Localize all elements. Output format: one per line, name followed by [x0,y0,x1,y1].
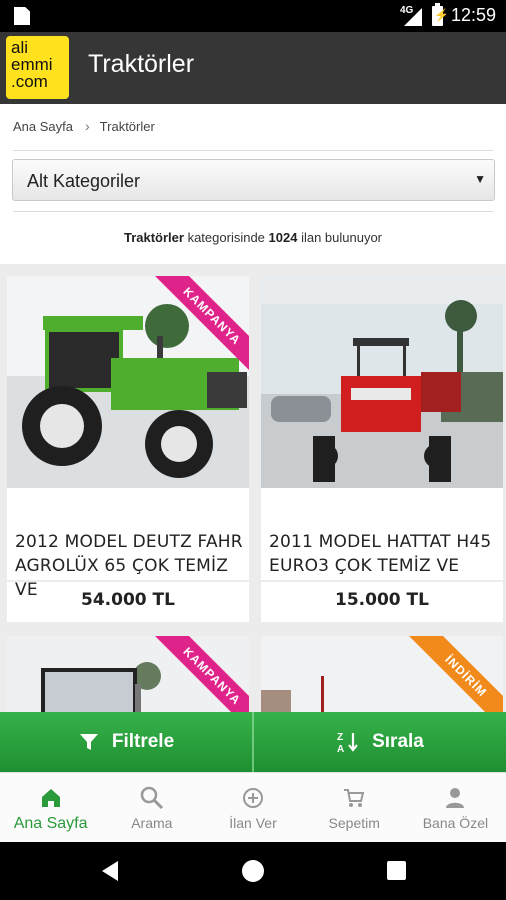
back-icon[interactable] [102,861,118,881]
recent-apps-icon[interactable] [387,861,406,880]
nav-item-profile[interactable]: Bana Özel [405,773,506,842]
listing-card[interactable]: İNDİRİM [261,636,503,712]
sort-button-label: Sırala [372,731,424,752]
listing-price: 15.000 TL [335,590,429,610]
nav-item-post-ad[interactable]: İlan Ver [202,773,303,842]
count-suffix: ilan bulunuyor [297,230,383,245]
page-title: Traktörler [88,50,195,78]
sort-az-icon: Z A [337,732,358,754]
nav-item-cart[interactable]: Sepetim [304,773,405,842]
count-number: 1024 [268,230,298,245]
breadcrumb: Ana Sayfa › Traktörler [13,118,155,134]
filter-sort-bar: Filtrele Z A Sırala [0,712,506,772]
filter-icon [79,734,98,750]
add-circle-icon [243,788,263,808]
dropdown-arrow-icon: ▼ [474,172,486,186]
charging-icon: ⚡ [434,8,449,22]
breadcrumb-current[interactable]: Traktörler [100,119,155,134]
category-header: Ana Sayfa › Traktörler Alt Kategoriler ▼… [0,104,506,264]
filter-button-label: Filtrele [111,731,175,752]
listing-title[interactable]: 2011 MODEL HATTAT H45 EURO3 ÇOK TEMİZ VE [269,530,499,578]
nav-item-search[interactable]: Arama [101,773,202,842]
chevron-right-icon: › [85,118,90,134]
subcategory-dropdown-label: Alt Kategoriler [27,171,141,191]
divider [252,712,254,772]
network-type: 4G [400,5,414,16]
nav-item-home[interactable]: Ana Sayfa [0,773,101,842]
nav-item-label: Ana Sayfa [13,815,88,832]
home-circle-icon[interactable] [242,860,264,882]
count-category: Traktörler [123,230,184,245]
divider [13,211,493,212]
alimmi-logo[interactable]: ali emmi .com [6,36,69,99]
filter-button[interactable]: Filtrele [0,712,252,772]
listing-card[interactable]: KAMPANYA [7,636,249,712]
sd-card-icon [14,7,30,25]
listing-card[interactable]: KAMPANYA 2012 MODEL DEUTZ FAHR AGROLÜX 6… [7,276,249,622]
logo-line-1: ali [11,38,29,57]
status-bar: 4G ⚡ 12:59 [0,0,506,32]
logo-line-3: .com [11,72,48,91]
svg-text:A: A [337,744,344,754]
system-nav-bar [0,842,506,900]
logo-line-2: emmi [11,55,53,74]
nav-item-label: Bana Özel [422,815,489,831]
listing-count: Traktörler kategorisinde 1024 ilan bulun… [0,230,506,245]
divider [261,580,503,582]
sort-button[interactable]: Z A Sırala [254,712,506,772]
count-middle: kategorisinde [183,230,269,245]
nav-item-label: Arama [131,815,173,831]
divider [13,150,493,151]
app-bar: ali emmi .com Traktörler [0,32,506,104]
listing-price: 54.000 TL [81,590,175,610]
home-icon [41,789,60,807]
bottom-nav: Ana Sayfa Arama İlan Ver Sepetim Bana Öz… [0,772,506,842]
search-icon [140,786,163,810]
nav-item-label: Sepetim [328,815,380,831]
clock: 12:59 [450,5,496,25]
nav-item-label: İlan Ver [229,815,277,831]
person-icon [446,788,465,808]
breadcrumb-home[interactable]: Ana Sayfa [13,119,73,134]
listing-photo[interactable] [261,276,503,488]
cart-icon [344,789,365,807]
listing-card[interactable]: 2011 MODEL HATTAT H45 EURO3 ÇOK TEMİZ VE… [261,276,503,622]
divider [7,580,249,582]
svg-text:Z: Z [337,732,343,743]
subcategory-dropdown[interactable]: Alt Kategoriler ▼ [12,159,495,201]
